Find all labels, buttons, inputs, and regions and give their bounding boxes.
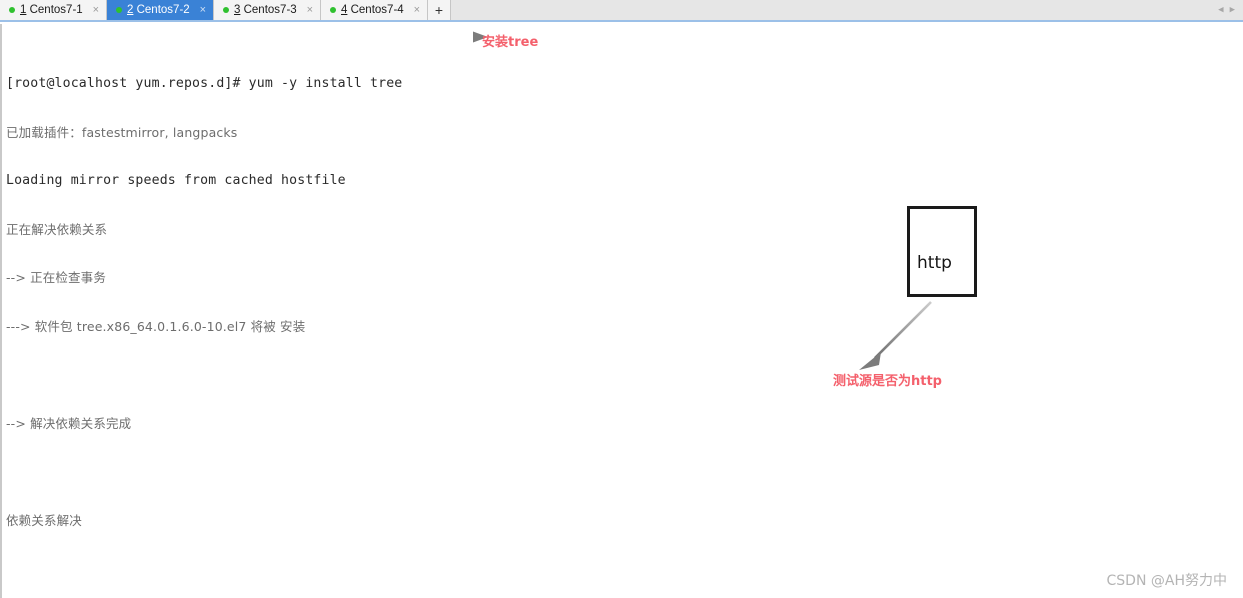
terminal-line: 依赖关系解决 (6, 513, 1243, 529)
tab-bar-filler (451, 0, 1219, 20)
annotation-test-source-text: 测试源是否为http (833, 374, 942, 389)
terminal-pane[interactable]: [root@localhost yum.repos.d]# yum -y ins… (0, 24, 1243, 598)
terminal-line: 已加载插件：fastestmirror, langpacks (6, 125, 1243, 141)
close-icon[interactable]: × (93, 4, 99, 16)
annotation-highlight-box-source: http (907, 206, 977, 297)
checking-transaction-line: --> 正在检查事务 (6, 270, 106, 286)
package-will-install-line: ---> 软件包 tree.x86_64.0.1.6.0-10.el7 将被 安… (6, 318, 306, 334)
tab-title: Centos7-2 (136, 4, 190, 16)
watermark: CSDN @AH努力中 (1106, 573, 1227, 589)
tab-index: 3 (234, 4, 241, 16)
tab-index: 2 (127, 4, 134, 16)
resolve-done-line: --> 解决依赖关系完成 (6, 415, 132, 431)
new-tab-button[interactable]: + (428, 0, 451, 20)
annotation-arrow-install-tree (415, 31, 488, 43)
tab-scroll-controls: ◀ ▶ (1218, 0, 1243, 20)
tab-centos7-1[interactable]: 1 Centos7-1 × (0, 0, 107, 20)
tab-status-dot-icon (9, 7, 15, 13)
tab-index: 4 (341, 4, 348, 16)
close-icon[interactable]: × (200, 4, 206, 16)
tab-bar: 1 Centos7-1 × 2 Centos7-2 × 3 Centos7-3 … (0, 0, 1243, 22)
resolving-deps-line: 正在解决依赖关系 (6, 221, 108, 237)
tab-label: 4 Centos7-4 (341, 4, 404, 16)
scroll-left-icon[interactable]: ◀ (1218, 5, 1223, 15)
terminal-line: --> 解决依赖关系完成 (6, 416, 1243, 432)
terminal-line: ---> 软件包 tree.x86_64.0.1.6.0-10.el7 将被 安… (6, 319, 1243, 335)
scroll-right-icon[interactable]: ▶ (1230, 5, 1235, 15)
annotation-arrow-test-source (859, 301, 932, 370)
dependencies-resolved-line: 依赖关系解决 (6, 512, 82, 528)
terminal-line: Loading mirror speeds from cached hostfi… (6, 173, 1243, 189)
close-icon[interactable]: × (307, 4, 313, 16)
tab-status-dot-icon (330, 7, 336, 13)
tab-status-dot-icon (116, 7, 122, 13)
tab-label: 3 Centos7-3 (234, 4, 297, 16)
tab-centos7-2[interactable]: 2 Centos7-2 × (107, 0, 214, 20)
annotation-box-text: http (917, 253, 952, 273)
tab-label: 2 Centos7-2 (127, 4, 190, 16)
loaded-plugins-line: 已加载插件：fastestmirror, langpacks (6, 124, 238, 140)
tab-index: 1 (20, 4, 27, 16)
tab-title: Centos7-4 (350, 4, 404, 16)
annotation-install-tree-text: 安装tree (482, 35, 539, 50)
tab-status-dot-icon (223, 7, 229, 13)
terminal-output: [root@localhost yum.repos.d]# yum -y ins… (2, 24, 1243, 598)
terminal-line: --> 正在检查事务 (6, 270, 1243, 286)
terminal-line: 正在解决依赖关系 (6, 222, 1243, 238)
tab-title: Centos7-1 (29, 4, 83, 16)
shell-prompt-line: [root@localhost yum.repos.d]# yum -y ins… (6, 76, 403, 92)
loading-mirror-line: Loading mirror speeds from cached hostfi… (6, 173, 346, 189)
tab-title: Centos7-3 (243, 4, 297, 16)
terminal-line: [root@localhost yum.repos.d]# yum -y ins… (6, 76, 1243, 92)
tab-centos7-4[interactable]: 4 Centos7-4 × (321, 0, 428, 20)
close-icon[interactable]: × (414, 4, 420, 16)
tab-centos7-3[interactable]: 3 Centos7-3 × (214, 0, 321, 20)
tab-label: 1 Centos7-1 (20, 4, 83, 16)
